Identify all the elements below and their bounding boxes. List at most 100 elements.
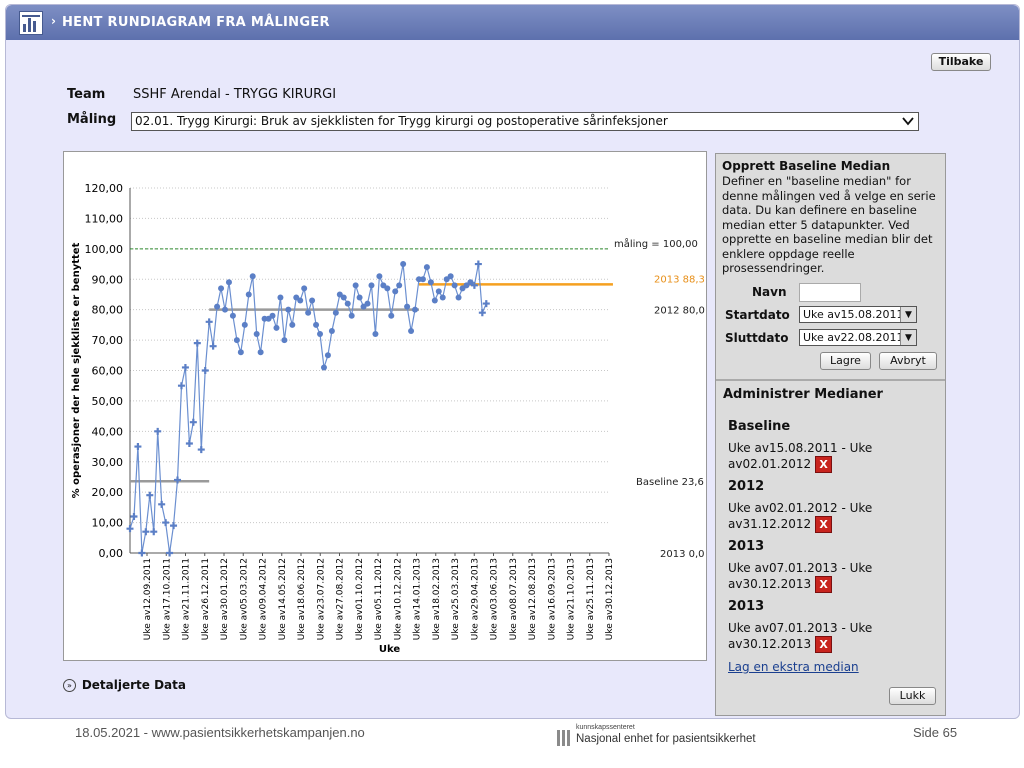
data-point: [201, 367, 209, 374]
y-tick-label: 40,00: [92, 425, 124, 438]
data-point: [384, 285, 391, 292]
close-button[interactable]: Lukk: [889, 687, 936, 705]
data-point: [372, 331, 379, 337]
data-point: [352, 282, 359, 289]
x-tick-label: Uke av14.05.2012: [278, 558, 288, 640]
name-input[interactable]: [799, 283, 861, 302]
x-tick-label: Uke av14.01.2013: [413, 558, 423, 640]
data-point: [214, 303, 221, 310]
x-tick-label: Uke av25.11.2013: [586, 558, 596, 640]
chart-icon: [19, 11, 43, 35]
x-tick-label: Uke av08.07.2013: [509, 558, 519, 640]
measure-select[interactable]: 02.01. Trygg Kirurgi: Bruk av sjekkliste…: [131, 112, 919, 131]
x-tick-label: Uke av21.10.2013: [567, 558, 577, 640]
y-axis-label: % operasjoner der hele sjekkliste er ben…: [71, 242, 82, 498]
median-item: Uke av07.01.2013 - Uke av30.12.2013 X: [728, 560, 938, 593]
delete-icon[interactable]: X: [815, 456, 833, 473]
measure-label: Måling: [67, 112, 117, 127]
data-point: [324, 352, 331, 359]
start-date-value: Uke av15.08.2011: [803, 308, 904, 321]
y-tick-label: 70,00: [92, 334, 124, 347]
data-point: [205, 318, 213, 326]
data-point: [356, 294, 363, 301]
data-series-line: [129, 263, 487, 554]
x-tick-label: Uke av05.03.2012: [239, 558, 249, 640]
data-point: [289, 321, 296, 328]
baseline-title: Opprett Baseline Median: [722, 159, 891, 173]
reference-line-label: Baseline 23,6: [636, 477, 704, 488]
title-bar: › HENT RUNDIAGRAM FRA MÅLINGER: [6, 5, 1019, 40]
delete-icon[interactable]: X: [815, 516, 833, 533]
data-point: [257, 349, 264, 356]
end-date-label: Sluttdato: [725, 331, 789, 345]
median-range: Uke av07.01.2013 - Uke av30.12.2013: [728, 621, 873, 651]
delete-icon[interactable]: X: [815, 636, 833, 653]
x-tick-label: Uke av23.07.2012: [316, 558, 326, 640]
data-point: [181, 363, 189, 371]
y-tick-label: 20,00: [92, 486, 124, 499]
x-tick-label: Uke av25.03.2013: [451, 558, 461, 640]
cancel-button[interactable]: Avbryt: [879, 352, 937, 370]
data-point: [317, 331, 324, 337]
data-point: [253, 331, 260, 337]
x-tick-label: Uke av12.09.2011: [143, 558, 153, 640]
reference-line-label: 2012 80,0: [654, 306, 705, 317]
data-point: [313, 321, 320, 328]
expand-icon: »: [63, 679, 76, 692]
data-point: [320, 364, 327, 371]
data-point: [225, 279, 232, 286]
data-point: [150, 528, 158, 536]
y-tick-label: 0,00: [99, 547, 124, 560]
data-point: [344, 300, 351, 307]
data-point: [209, 342, 217, 350]
data-point: [277, 294, 284, 301]
data-point: [404, 303, 411, 310]
data-point: [126, 525, 134, 533]
footer-date-url: 18.05.2021 - www.pasientsikkerhetskampan…: [75, 725, 365, 740]
median-name: 2012: [728, 479, 765, 494]
x-tick-label: Uke av12.08.2013: [528, 558, 538, 640]
save-button[interactable]: Lagre: [820, 352, 871, 370]
add-median-link[interactable]: Lag en ekstra median: [728, 660, 859, 674]
data-point: [301, 285, 308, 292]
data-point: [281, 337, 288, 344]
baseline-section: Opprett Baseline Median Definer en "base…: [722, 159, 936, 276]
data-point: [269, 312, 276, 319]
data-point: [297, 297, 304, 304]
delete-icon[interactable]: X: [815, 576, 833, 593]
x-tick-label: Uke av30.12.2013: [605, 558, 615, 640]
data-point: [142, 528, 150, 536]
x-tick-label: Uke av17.10.2011: [162, 558, 172, 640]
data-point: [400, 261, 407, 268]
data-point: [197, 446, 205, 454]
start-date-select[interactable]: Uke av15.08.2011 ▼: [799, 306, 917, 323]
end-date-select[interactable]: Uke av22.08.2011 ▼: [799, 329, 917, 346]
measure-select-value: 02.01. Trygg Kirurgi: Bruk av sjekkliste…: [135, 114, 668, 128]
data-point: [146, 491, 154, 499]
run-chart: 0,00 10,00 20,00 30,00 40,00 50,00 60,00 70,00 8…: [63, 151, 707, 661]
data-point: [249, 273, 256, 280]
y-tick-label: 60,00: [92, 365, 124, 378]
dropdown-arrow-icon: ▼: [900, 330, 916, 345]
x-tick-label: Uke av16.09.2013: [547, 558, 557, 640]
name-label: Navn: [752, 285, 787, 299]
x-tick-label: Uke av18.02.2013: [432, 558, 442, 640]
median-item: Uke av02.01.2012 - Uke av31.12.2012 X: [728, 500, 938, 533]
x-axis-label: Uke: [379, 644, 401, 655]
data-point: [451, 282, 458, 289]
data-point: [158, 500, 166, 508]
data-point: [229, 312, 236, 319]
divider: [716, 379, 945, 381]
median-range: Uke av15.08.2011 - Uke av02.01.2012: [728, 441, 873, 471]
back-button[interactable]: Tilbake: [931, 53, 991, 71]
y-tick-label: 10,00: [92, 517, 124, 530]
dropdown-arrow-icon: ▼: [900, 307, 916, 322]
y-tick-label: 100,00: [85, 243, 124, 256]
median-name: 2013: [728, 599, 765, 614]
details-label: Detaljerte Data: [81, 678, 186, 692]
details-toggle[interactable]: » Detaljerte Data: [63, 678, 186, 692]
data-point: [423, 264, 430, 271]
data-point: [419, 276, 426, 283]
y-tick-label: 110,00: [85, 212, 124, 225]
logo-bars-icon: [557, 730, 570, 746]
